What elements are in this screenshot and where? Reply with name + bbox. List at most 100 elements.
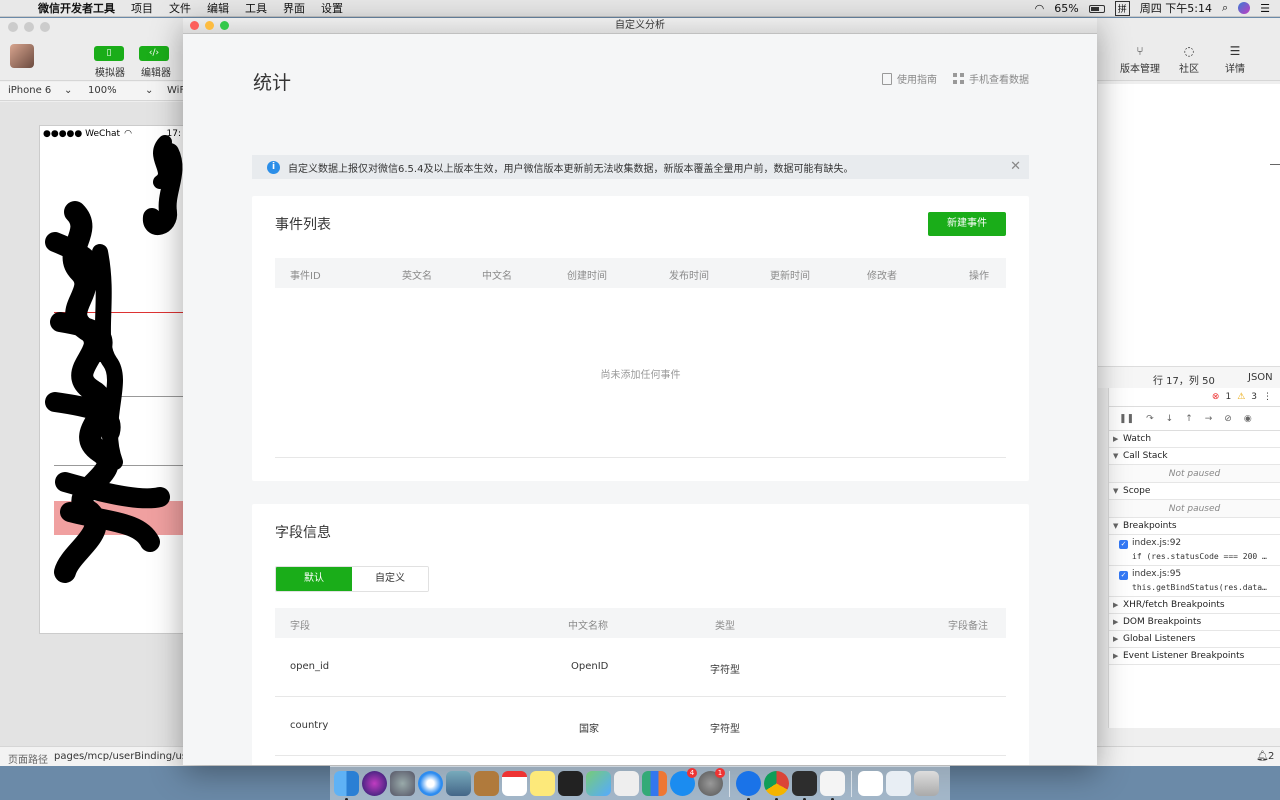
menu-app-name[interactable]: 微信开发者工具 bbox=[30, 0, 123, 16]
zoom-dot-icon[interactable] bbox=[220, 21, 229, 30]
new-event-button[interactable]: 新建事件 bbox=[928, 212, 1006, 236]
tab-default[interactable]: 默认 bbox=[276, 567, 352, 591]
warning-count: 3 bbox=[1251, 392, 1257, 402]
chevron-down-icon[interactable]: ⌄ bbox=[145, 85, 153, 96]
numbers-icon[interactable] bbox=[642, 771, 667, 796]
battery-icon[interactable] bbox=[1088, 2, 1105, 15]
chevron-down-icon[interactable]: ⌄ bbox=[64, 85, 72, 96]
step-over-icon[interactable]: ↷ bbox=[1146, 414, 1154, 424]
spotlight-icon[interactable]: ⌕ bbox=[1222, 1, 1228, 15]
table-row: country 国家 字符型 bbox=[275, 697, 1006, 756]
mail-icon[interactable] bbox=[886, 771, 911, 796]
code-editor[interactable] bbox=[1098, 84, 1280, 366]
close-dot-icon[interactable] bbox=[8, 22, 18, 32]
code-icon[interactable]: ‹/› bbox=[139, 46, 169, 61]
textedit-icon[interactable] bbox=[820, 771, 845, 800]
field-chinese-name: OpenID bbox=[571, 661, 609, 672]
photos-icon[interactable] bbox=[614, 771, 639, 796]
events-card: 事件列表 新建事件 事件ID 英文名 中文名 创建时间 发布时间 更新时间 修改… bbox=[252, 196, 1029, 481]
pause-icon[interactable]: ❚❚ bbox=[1119, 414, 1134, 424]
watch-section[interactable]: ▶ Watch bbox=[1109, 431, 1280, 448]
tab-custom[interactable]: 自定义 bbox=[352, 567, 428, 591]
step-into-icon[interactable]: ↓ bbox=[1166, 414, 1174, 424]
wechat-devtools-icon[interactable] bbox=[792, 771, 817, 800]
not-paused-text: Not paused bbox=[1109, 465, 1280, 483]
bell-icon[interactable]: 🔔︎ bbox=[1256, 751, 1269, 762]
menu-edit[interactable]: 编辑 bbox=[199, 0, 237, 16]
clock[interactable]: 周四 下午5:14 bbox=[1140, 0, 1212, 16]
step-out-icon[interactable]: ↑ bbox=[1185, 414, 1193, 424]
cursor-line bbox=[1270, 164, 1280, 165]
menu-settings[interactable]: 设置 bbox=[313, 0, 351, 16]
dom-breakpoints-section[interactable]: ▶ DOM Breakpoints bbox=[1109, 614, 1280, 631]
pause-exceptions-icon[interactable]: ◉ bbox=[1244, 414, 1252, 424]
close-dot-icon[interactable] bbox=[190, 21, 199, 30]
guide-link[interactable]: 使用指南 bbox=[882, 71, 937, 86]
siri-icon[interactable] bbox=[362, 771, 387, 796]
app-store-icon[interactable]: 4 bbox=[670, 768, 697, 796]
error-counts[interactable]: ⊗ 1 ⚠ 3 ⋮ bbox=[1109, 388, 1280, 407]
avatar[interactable] bbox=[10, 44, 34, 68]
mobile-data-link[interactable]: 手机查看数据 bbox=[953, 71, 1029, 86]
finder-icon[interactable] bbox=[334, 771, 359, 800]
menu-file[interactable]: 文件 bbox=[161, 0, 199, 16]
more-icon[interactable]: ⋮ bbox=[1263, 392, 1272, 402]
event-listener-breakpoints-section[interactable]: ▶ Event Listener Breakpoints bbox=[1109, 648, 1280, 665]
device-select[interactable]: iPhone 6 bbox=[8, 85, 51, 96]
notes-icon[interactable] bbox=[530, 771, 555, 796]
col-created-time: 创建时间 bbox=[567, 271, 607, 282]
maps-icon[interactable] bbox=[586, 771, 611, 796]
menu-tools[interactable]: 工具 bbox=[237, 0, 275, 16]
col-field-remark: 字段备注 bbox=[948, 621, 988, 632]
terminal-icon[interactable] bbox=[558, 771, 583, 796]
phone-icon[interactable]: ▯ bbox=[94, 46, 124, 61]
document-icon[interactable] bbox=[858, 771, 883, 796]
global-listeners-section[interactable]: ▶ Global Listeners bbox=[1109, 631, 1280, 648]
breakpoint-item[interactable]: ✓ index.js:95 this.getBindStatus(res.dat… bbox=[1109, 566, 1280, 597]
table-row: 省份 字符型 bbox=[275, 756, 1006, 765]
version-mgmt-button[interactable]: ⑂ 版本管理 bbox=[1120, 44, 1160, 75]
error-icon: ⊗ bbox=[1211, 392, 1220, 402]
guide-link-label: 使用指南 bbox=[897, 75, 937, 86]
call-stack-section[interactable]: ▼ Call Stack bbox=[1109, 448, 1280, 465]
wifi-icon[interactable]: ◠ bbox=[1035, 2, 1045, 15]
editor-label[interactable]: 编辑器 bbox=[141, 64, 171, 79]
breakpoints-section[interactable]: ▼ Breakpoints bbox=[1109, 518, 1280, 535]
close-icon[interactable]: ✕ bbox=[1010, 159, 1021, 174]
trash-icon[interactable] bbox=[914, 771, 939, 796]
fields-card: 字段信息 默认 自定义 字段 中文名称 类型 字段备注 open_id Open… bbox=[252, 504, 1029, 765]
checkbox-checked-icon[interactable]: ✓ bbox=[1119, 540, 1128, 549]
notification-center-icon[interactable]: ☰ bbox=[1260, 2, 1270, 15]
debugger-sidebar: ⊗ 1 ⚠ 3 ⋮ ❚❚ ↷ ↓ ↑ → ⊘ ◉ ▶ Watch ▼ Call Stac… bbox=[1108, 388, 1280, 728]
col-field-type: 类型 bbox=[715, 621, 735, 632]
community-button[interactable]: ◌ 社区 bbox=[1169, 44, 1209, 75]
zoom-dot-icon[interactable] bbox=[40, 22, 50, 32]
xhr-breakpoints-section[interactable]: ▶ XHR/fetch Breakpoints bbox=[1109, 597, 1280, 614]
scope-section[interactable]: ▼ Scope bbox=[1109, 483, 1280, 500]
zoom-select[interactable]: 100% bbox=[88, 85, 117, 96]
contacts-icon[interactable] bbox=[474, 771, 499, 796]
checkbox-checked-icon[interactable]: ✓ bbox=[1119, 571, 1128, 580]
simulator-label[interactable]: 模拟器 bbox=[95, 64, 125, 79]
minimize-dot-icon[interactable] bbox=[24, 22, 34, 32]
location-icon[interactable] bbox=[736, 771, 761, 800]
details-button[interactable]: ☰ 详情 bbox=[1215, 44, 1255, 75]
page-title: 统计 bbox=[253, 72, 292, 94]
battery-percent[interactable]: 65% bbox=[1054, 2, 1078, 15]
launchpad-icon[interactable] bbox=[390, 771, 415, 796]
menu-interface[interactable]: 界面 bbox=[275, 0, 313, 16]
system-preferences-icon[interactable]: 1 bbox=[698, 768, 725, 796]
deactivate-breakpoints-icon[interactable]: ⊘ bbox=[1224, 414, 1232, 424]
triangle-right-icon: ▶ bbox=[1113, 601, 1119, 609]
preview-icon[interactable] bbox=[446, 771, 471, 796]
chrome-icon[interactable] bbox=[764, 771, 789, 800]
breakpoint-item[interactable]: ✓ index.js:92 if (res.statusCode === 200… bbox=[1109, 535, 1280, 566]
safari-icon[interactable] bbox=[418, 771, 443, 796]
siri-icon[interactable] bbox=[1238, 2, 1251, 14]
language-mode[interactable]: JSON bbox=[1248, 372, 1273, 383]
minimize-dot-icon[interactable] bbox=[205, 21, 214, 30]
step-icon[interactable]: → bbox=[1205, 414, 1213, 424]
calendar-icon[interactable] bbox=[502, 771, 527, 796]
menu-project[interactable]: 项目 bbox=[123, 0, 161, 16]
input-method-icon[interactable]: 拼 bbox=[1114, 0, 1130, 16]
